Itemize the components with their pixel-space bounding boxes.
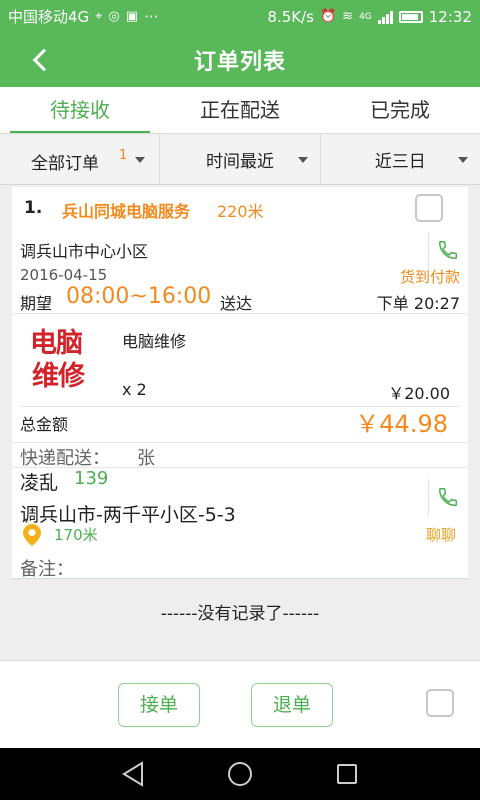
product-name: 电脑维修: [122, 332, 187, 351]
customer-distance: 170米: [54, 526, 98, 544]
alarm-icon: ⏰: [319, 9, 337, 24]
filter-time[interactable]: 时间最近: [159, 135, 319, 184]
phone-icon: [439, 241, 457, 259]
title-bar: 订单列表: [0, 33, 480, 87]
order-checkbox[interactable]: [415, 194, 443, 222]
tab-completed[interactable]: 已完成: [320, 87, 480, 133]
product-price: ￥20.00: [388, 384, 450, 403]
phone-icon: [439, 488, 457, 506]
status-bar: 中国移动4G ⌖ ◎ ▣ ··· 8.5K/s ⏰ ≋ 4G 12:32: [0, 0, 480, 33]
divider: [12, 442, 468, 443]
call-shop-button[interactable]: [428, 232, 457, 268]
filter-range-label: 近三日: [374, 152, 426, 172]
action-bar: 接单 退单: [0, 660, 480, 748]
shop-address: 调兵山市中心小区: [20, 242, 149, 261]
list-end-text: ------没有记录了------: [160, 604, 320, 624]
product-qty: x 2: [122, 380, 147, 399]
filter-all-orders[interactable]: 全部订单 1: [0, 135, 159, 184]
select-all-checkbox[interactable]: [426, 689, 454, 717]
filter-bar: 全部订单 1 时间最近 近三日: [0, 135, 480, 185]
tab-delivering[interactable]: 正在配送: [160, 87, 320, 133]
signal-icon: [377, 10, 393, 24]
expect-label: 期望: [20, 294, 53, 313]
chevron-down-icon: [457, 157, 468, 163]
customer-name: 凌乱: [20, 472, 59, 494]
image-icon: ▣: [125, 9, 139, 24]
wifi-icon: ≋: [342, 9, 354, 24]
return-order-button[interactable]: 退单: [251, 683, 333, 727]
total-label: 总金额: [20, 415, 69, 434]
chevron-down-icon: [297, 157, 308, 163]
order-card: 1. 兵山同城电脑服务 220米 调兵山市中心小区 2016-04-15 货到付…: [12, 187, 468, 580]
total-amount: ￥44.98: [355, 410, 448, 438]
filter-all-label: 全部订单: [31, 154, 99, 174]
shop-name: 兵山同城电脑服务: [62, 202, 191, 221]
customer-address: 调兵山市-两千平小区-5-3: [20, 504, 236, 526]
location-icon: ⌖: [95, 9, 103, 24]
divider: [12, 578, 468, 579]
deliver-label: 送达: [220, 294, 253, 313]
network-type: 4G: [359, 11, 372, 22]
order-date: 2016-04-15: [20, 266, 108, 284]
filter-time-label: 时间最近: [205, 152, 274, 172]
tab-bar: 待接收 正在配送 已完成: [0, 87, 480, 134]
divider: [12, 313, 468, 314]
more-icon: ···: [144, 7, 159, 26]
filter-range[interactable]: 近三日: [319, 135, 480, 184]
nav-home-icon[interactable]: [228, 762, 252, 786]
back-icon[interactable]: [28, 45, 54, 75]
logo-line-1: 电脑: [30, 328, 83, 359]
clock: 12:32: [428, 7, 472, 26]
customer-phone: 139: [74, 468, 109, 489]
product-logo: 电脑 维修: [30, 327, 106, 397]
chevron-down-icon: [135, 157, 145, 163]
logo-line-2: 维修: [32, 361, 85, 392]
wechat-icon: ◎: [108, 9, 120, 24]
nav-recent-icon[interactable]: [337, 764, 357, 784]
filter-all-count: 1: [119, 148, 128, 163]
nav-back-icon[interactable]: [121, 761, 145, 787]
order-time: 下单 20:27: [376, 294, 460, 313]
call-customer-button[interactable]: [428, 479, 457, 515]
payment-method: 货到付款: [399, 268, 460, 286]
battery-icon: [398, 10, 423, 23]
network-speed: 8.5K/s: [267, 7, 314, 26]
order-index: 1.: [24, 198, 43, 218]
accept-order-button[interactable]: 接单: [118, 683, 200, 727]
system-nav-bar: [0, 748, 480, 800]
carrier-label: 中国移动4G: [8, 8, 90, 26]
tab-pending[interactable]: 待接收: [0, 87, 160, 133]
shop-distance: 220米: [217, 202, 264, 221]
page-title: 订单列表: [193, 50, 286, 75]
chat-link[interactable]: 聊聊: [426, 524, 456, 545]
location-pin-icon: [23, 524, 41, 546]
expect-time: 08:00~16:00: [66, 284, 212, 309]
